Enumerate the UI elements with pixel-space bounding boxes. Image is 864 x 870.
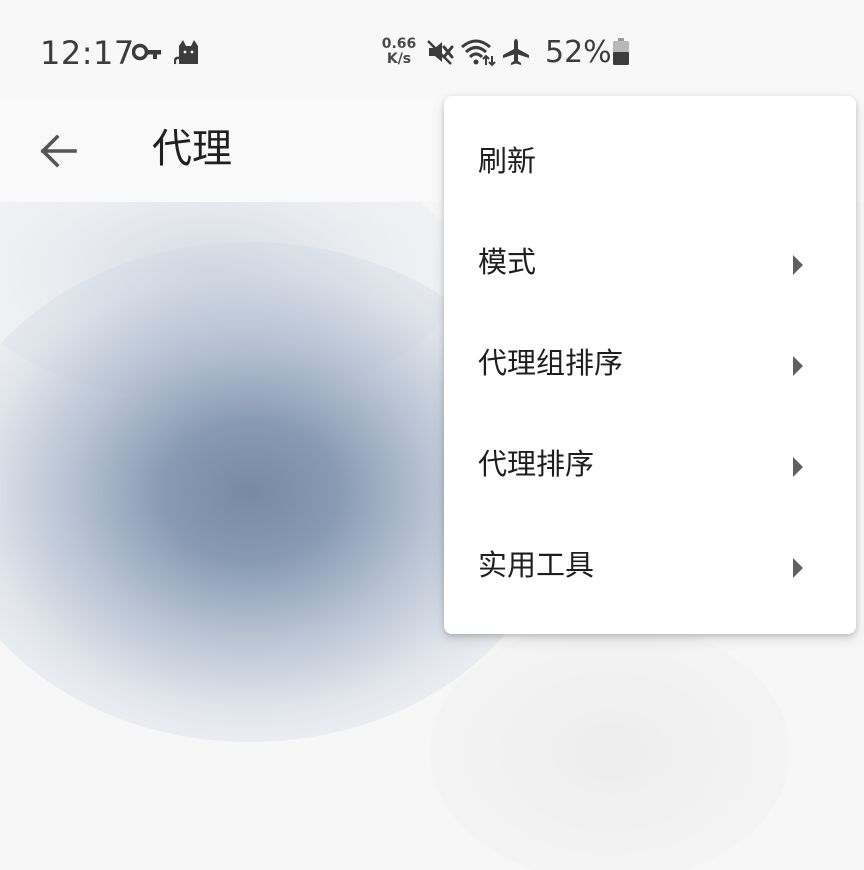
battery-icon xyxy=(613,38,629,65)
proxy-screen: 12:17 0.66 K/s 52% 代理 刷新 模式 代理组排序 代理排序 实… xyxy=(0,0,864,870)
blurred-region-soft xyxy=(430,622,790,870)
mute-icon xyxy=(427,40,454,65)
submenu-arrow-icon xyxy=(793,356,803,376)
arrow-left-icon xyxy=(40,134,77,168)
status-time: 12:17 xyxy=(40,34,135,72)
menu-item-refresh[interactable]: 刷新 xyxy=(444,114,856,215)
submenu-arrow-icon xyxy=(793,457,803,477)
submenu-arrow-icon xyxy=(793,255,803,275)
menu-item-label: 代理排序 xyxy=(478,447,595,481)
menu-item-mode[interactable]: 模式 xyxy=(444,215,856,316)
airplane-mode-icon xyxy=(503,39,529,65)
menu-item-label: 代理组排序 xyxy=(478,346,624,380)
menu-item-group-sort[interactable]: 代理组排序 xyxy=(444,316,856,417)
network-speed-unit: K/s xyxy=(386,51,412,67)
network-speed-value: 0.66 xyxy=(381,36,417,52)
overflow-menu: 刷新 模式 代理组排序 代理排序 实用工具 xyxy=(444,96,856,634)
submenu-arrow-icon xyxy=(793,558,803,578)
menu-item-tools[interactable]: 实用工具 xyxy=(444,518,856,619)
menu-item-label: 刷新 xyxy=(478,144,537,178)
status-bar: 12:17 0.66 K/s 52% xyxy=(0,0,864,100)
battery-percent: 52% xyxy=(545,35,612,70)
menu-item-label: 模式 xyxy=(478,245,537,279)
wifi-icon xyxy=(461,39,496,67)
menu-item-label: 实用工具 xyxy=(478,548,595,582)
back-button[interactable] xyxy=(30,122,88,180)
vpn-key-icon xyxy=(132,43,161,61)
menu-item-proxy-sort[interactable]: 代理排序 xyxy=(444,417,856,518)
clash-cat-icon xyxy=(174,40,198,65)
page-title: 代理 xyxy=(152,126,232,172)
network-speed: 0.66 K/s xyxy=(380,36,418,67)
